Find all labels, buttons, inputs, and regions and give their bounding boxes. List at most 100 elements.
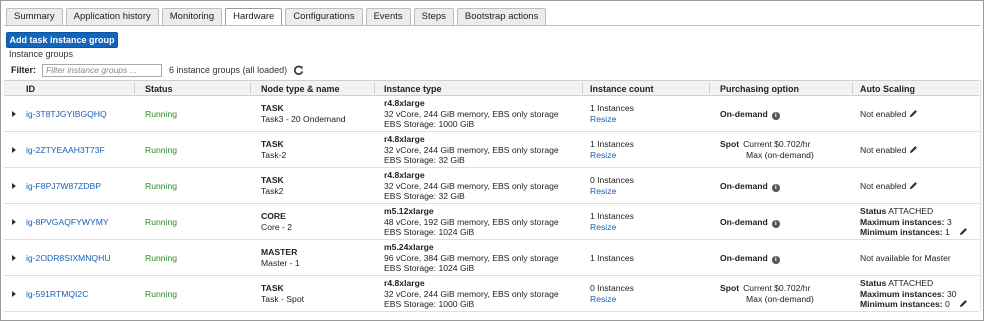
auto-scaling-cell: Not enabled xyxy=(860,109,918,121)
tab-steps[interactable]: Steps xyxy=(413,8,454,25)
tab-hardware[interactable]: Hardware xyxy=(225,8,283,26)
auto-scaling-label: Maximum instances: xyxy=(860,288,945,299)
info-icon[interactable]: i xyxy=(771,184,780,192)
info-icon[interactable]: i xyxy=(771,220,780,228)
instance-group-id[interactable]: ig-F8PJ7W87ZDBP xyxy=(26,181,101,192)
resize-link[interactable]: Resize xyxy=(590,186,634,197)
instance-type: m5.12xlarge xyxy=(384,206,434,216)
table-row[interactable]: ig-8PVGAQFYWYMY Running CORE Core - 2 m5.12x… xyxy=(4,204,979,240)
info-icon[interactable]: i xyxy=(771,112,780,120)
purchasing-option: Spot xyxy=(720,139,740,149)
instance-group-id[interactable]: ig-8PVGAQFYWYMY xyxy=(26,217,109,228)
pencil-icon[interactable] xyxy=(909,181,918,193)
purchasing-option: On-demand xyxy=(720,217,768,227)
node-type-cell: TASK Task - Spot xyxy=(261,283,304,304)
tab-bootstrap-actions[interactable]: Bootstrap actions xyxy=(456,8,547,25)
pencil-icon[interactable] xyxy=(909,145,918,157)
status-text: Running xyxy=(145,181,178,191)
instance-count: 1 Instances xyxy=(590,139,634,149)
table-row[interactable]: ig-591RTMQI2C Running TASK Task - Spot r4.8x… xyxy=(4,276,979,312)
expand-row-icon[interactable] xyxy=(12,147,16,153)
expand-row-icon[interactable] xyxy=(12,219,16,225)
expand-row-icon[interactable] xyxy=(12,291,16,297)
tab-events[interactable]: Events xyxy=(365,8,411,25)
node-name: Task-2 xyxy=(261,149,287,160)
instance-group-id[interactable]: ig-2ODR8SIXMNQHU xyxy=(26,253,111,264)
expand-row-icon[interactable] xyxy=(12,183,16,189)
node-type-cell: TASK Task3 - 20 Ondemand xyxy=(261,103,346,124)
expand-row-icon[interactable] xyxy=(12,255,16,261)
ebs-storage: EBS Storage: 1000 GiB xyxy=(384,119,475,129)
table-row[interactable]: ig-3T8TJGYIBGQHQ Running TASK Task3 - 20 On… xyxy=(4,96,979,132)
auto-scaling-label: Minimum instances: xyxy=(860,299,943,309)
status-text: Running xyxy=(145,253,178,263)
instance-group-id[interactable]: ig-591RTMQI2C xyxy=(26,289,88,300)
auto-scaling-line: Status ATTACHED xyxy=(860,278,957,289)
auto-scaling-value: 30 xyxy=(946,288,957,299)
table-row[interactable]: ig-2ODR8SIXMNQHU Running MASTER Master - 1 m… xyxy=(4,240,979,276)
column-header-instance-count[interactable]: Instance count xyxy=(590,84,654,94)
auto-scaling-status: Not enabled xyxy=(860,181,907,191)
column-header-auto-scaling[interactable]: Auto Scaling xyxy=(860,84,915,94)
column-header-purchasing-option[interactable]: Purchasing option xyxy=(720,84,799,94)
pencil-icon[interactable] xyxy=(909,109,918,121)
expand-row-icon[interactable] xyxy=(12,111,16,117)
column-header-status[interactable]: Status xyxy=(145,84,173,94)
column-header-id[interactable]: ID xyxy=(26,84,35,94)
instance-group-id[interactable]: ig-3T8TJGYIBGQHQ xyxy=(26,109,107,120)
auto-scaling-cell: Not enabled xyxy=(860,145,918,157)
purchasing-option-cell: On-demand i xyxy=(720,253,780,264)
spot-current-price: Current $0.702/hr xyxy=(743,283,811,293)
add-task-instance-group-button[interactable]: Add task instance group xyxy=(6,32,118,48)
auto-scaling-line: Maximum instances: 3 xyxy=(860,217,952,228)
instance-count: 0 Instances xyxy=(590,175,634,185)
resize-link[interactable]: Resize xyxy=(590,114,634,125)
column-header-instance-type[interactable]: Instance type xyxy=(384,84,442,94)
auto-scaling-line: Maximum instances: 30 xyxy=(860,289,957,300)
column-divider xyxy=(709,83,710,94)
node-type-cell: TASK Task-2 xyxy=(261,139,286,160)
tab-monitoring[interactable]: Monitoring xyxy=(161,8,223,25)
refresh-icon[interactable] xyxy=(293,65,304,76)
pencil-icon[interactable] xyxy=(959,299,968,311)
pencil-icon[interactable] xyxy=(959,227,968,239)
node-type: TASK xyxy=(261,139,284,149)
tab-summary[interactable]: Summary xyxy=(6,8,63,25)
table-row[interactable]: ig-F8PJ7W87ZDBP Running TASK Task2 r4.8xlarg… xyxy=(4,168,979,204)
resize-link[interactable]: Resize xyxy=(590,150,634,161)
spot-line: Spot Current $0.702/hr xyxy=(720,139,814,150)
node-name: Master - 1 xyxy=(261,257,300,268)
info-icon[interactable]: i xyxy=(771,256,780,264)
auto-scaling-label: Minimum instances: xyxy=(860,227,943,237)
purchasing-option: On-demand xyxy=(720,181,768,191)
node-type: CORE xyxy=(261,211,286,221)
instance-type: m5.24xlarge xyxy=(384,242,434,252)
status-text: Running xyxy=(145,109,178,119)
instance-type-cell: r4.8xlarge 32 vCore, 244 GiB memory, EBS … xyxy=(384,98,559,130)
tab-configurations[interactable]: Configurations xyxy=(285,8,363,25)
table-row[interactable]: ig-2ZTYEAAH3T73F Running TASK Task-2 r4.8xla… xyxy=(4,132,979,168)
tab-application-history[interactable]: Application history xyxy=(65,8,159,25)
column-divider xyxy=(134,83,135,94)
instance-count-cell: 1 Instances Resize xyxy=(590,139,634,160)
section-label: Instance groups xyxy=(9,49,74,59)
column-header-node-type-name[interactable]: Node type & name xyxy=(261,84,340,94)
purchasing-option-cell: Spot Current $0.702/hr Max (on-demand) xyxy=(720,139,814,160)
purchasing-option: Spot xyxy=(720,283,740,293)
status-text: Running xyxy=(145,217,178,227)
resize-link[interactable]: Resize xyxy=(590,222,634,233)
instance-count-cell: 1 Instances Resize xyxy=(590,103,634,124)
ebs-storage: EBS Storage: 1024 GiB xyxy=(384,263,475,273)
resize-link[interactable]: Resize xyxy=(590,294,634,305)
column-divider xyxy=(374,83,375,94)
instance-group-count: 6 instance groups (all loaded) xyxy=(169,65,288,75)
purchasing-option-cell: On-demand i xyxy=(720,109,780,120)
auto-scaling-cell: Not enabled xyxy=(860,181,918,193)
spot-line: Spot Current $0.702/hr xyxy=(720,283,814,294)
auto-scaling-cell: Status ATTACHED Maximum instances: 3 Minim… xyxy=(860,206,967,238)
filter-input[interactable] xyxy=(42,63,163,77)
auto-scaling-value: 0 xyxy=(945,299,950,309)
instance-group-id[interactable]: ig-2ZTYEAAH3T73F xyxy=(26,145,105,156)
auto-scaling-cell: Status ATTACHED Maximum instances: 30 Mini… xyxy=(860,278,967,310)
instance-type-cell: m5.24xlarge 96 vCore, 384 GiB memory, EBS… xyxy=(384,242,559,274)
